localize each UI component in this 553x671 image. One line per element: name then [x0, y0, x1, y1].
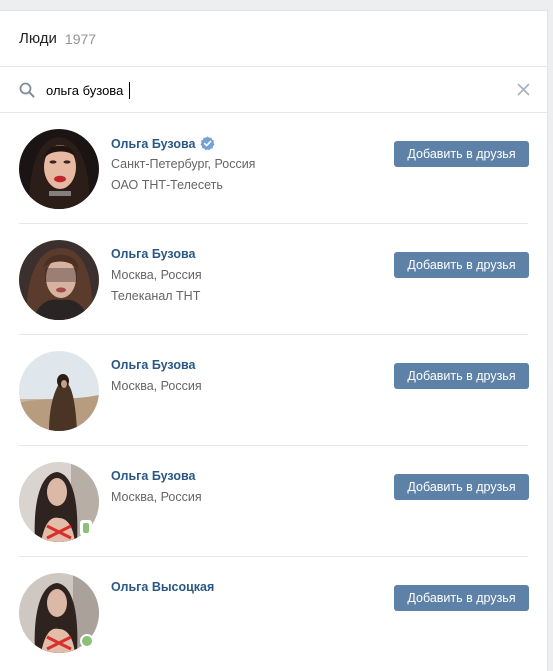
person-location: Москва, Россия — [111, 268, 202, 282]
person-name-link[interactable]: Ольга Бузова — [111, 136, 215, 151]
search-icon — [19, 82, 35, 98]
person-name: Ольга Бузова — [111, 358, 196, 372]
list-item: Ольга Бузова Москва, Россия Добавить в д… — [0, 335, 547, 446]
avatar-container[interactable] — [19, 351, 99, 431]
person-location: Москва, Россия — [111, 379, 202, 393]
list-item: Ольга Высоцкая Добавить в друзья — [0, 557, 547, 668]
avatar[interactable] — [19, 351, 99, 431]
person-name-link[interactable]: Ольга Бузова — [111, 469, 195, 483]
person-work: Телеканал ТНТ — [111, 289, 201, 303]
avatar-container[interactable] — [19, 129, 99, 209]
results-count: 1977 — [64, 30, 97, 47]
text-cursor — [129, 82, 130, 99]
people-header: Люди 1977 — [0, 11, 547, 67]
add-friend-button[interactable]: Добавить в друзья — [394, 141, 529, 167]
list-item: Ольга Бузова Санкт-Петербург, Россия ОАО… — [0, 113, 547, 224]
search-bar — [0, 67, 547, 113]
mobile-online-icon — [80, 520, 92, 536]
add-friend-button[interactable]: Добавить в друзья — [394, 585, 529, 611]
person-name: Ольга Высоцкая — [111, 580, 215, 594]
page-title: Люди — [19, 30, 57, 47]
person-location: Санкт-Петербург, Россия — [111, 157, 256, 171]
person-name-link[interactable]: Ольга Бузова — [111, 247, 195, 261]
person-name-link[interactable]: Ольга Высоцкая — [111, 580, 214, 594]
avatar[interactable] — [19, 129, 99, 209]
person-name-link[interactable]: Ольга Бузова — [111, 358, 195, 372]
list-item: Ольга Бузова Москва, Россия Добавить в д… — [0, 446, 547, 557]
list-item: Ольга Бузова Москва, Россия Телеканал ТН… — [0, 224, 547, 335]
online-indicator-icon — [80, 634, 94, 648]
search-input[interactable] — [46, 79, 466, 101]
add-friend-button[interactable]: Добавить в друзья — [394, 252, 529, 278]
person-location: Москва, Россия — [111, 490, 202, 504]
close-icon[interactable] — [517, 83, 530, 96]
add-friend-button[interactable]: Добавить в друзья — [394, 363, 529, 389]
person-name: Ольга Бузова — [111, 247, 196, 261]
people-search-panel: Люди 1977 Ольг — [0, 10, 548, 671]
verified-icon — [200, 136, 215, 151]
person-name: Ольга Бузова — [111, 136, 196, 151]
person-work: ОАО ТНТ-Телесеть — [111, 178, 223, 192]
add-friend-button[interactable]: Добавить в друзья — [394, 474, 529, 500]
person-name: Ольга Бузова — [111, 469, 196, 483]
avatar[interactable] — [19, 240, 99, 320]
avatar-container[interactable] — [19, 240, 99, 320]
